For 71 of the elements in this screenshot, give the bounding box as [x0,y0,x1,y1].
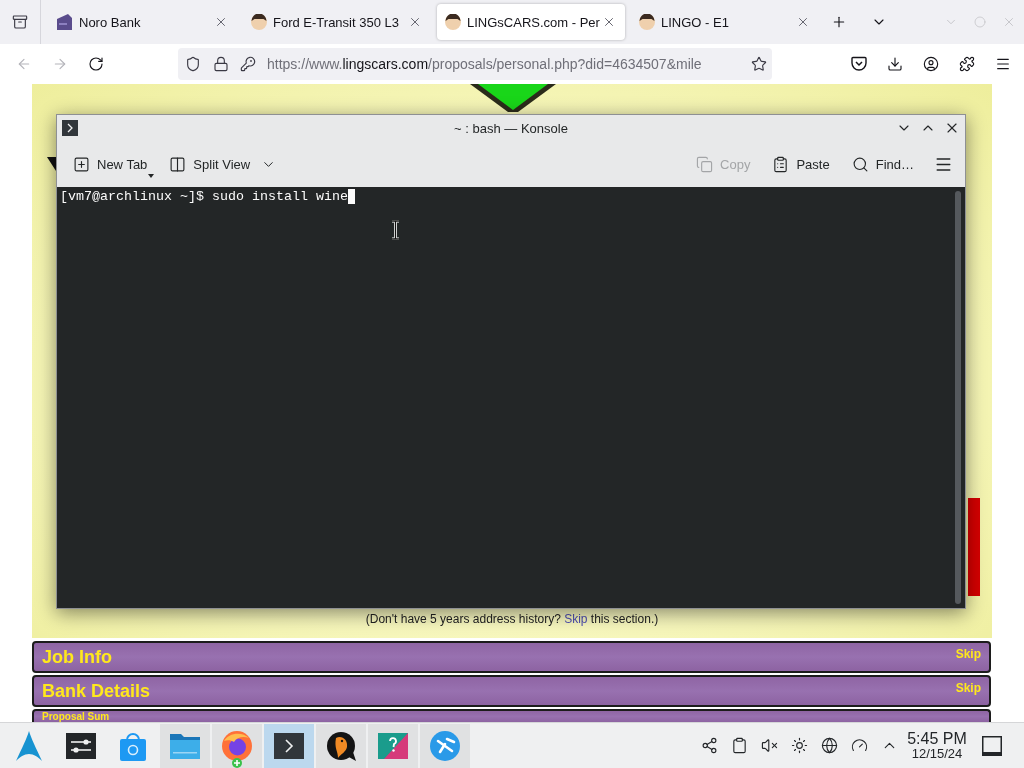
toolbar-button[interactable]: Find… [844,149,921,179]
clipboard-icon[interactable] [730,737,748,754]
globe-icon[interactable] [430,730,460,761]
paste-icon [772,155,790,173]
new-tab-icon[interactable] [831,14,847,30]
address-history-note: (Don't have 5 years address history? Skip this section.) [364,611,660,627]
key-icon[interactable] [240,56,256,72]
terminal-icon[interactable] [274,730,304,761]
terminal-area[interactable]: [vm7@archlinux ~]$ sudo install wine [57,187,965,608]
card-icon [57,14,73,30]
section-title: Proposal Sum [42,711,110,722]
pocket-icon[interactable] [851,56,867,72]
taskbar-app-button[interactable] [264,723,314,768]
gauge-icon[interactable] [850,737,868,754]
avatar-icon [445,14,461,30]
shield-icon[interactable] [185,56,201,72]
skip-link[interactable]: Skip [564,612,588,626]
terminal-line: [vm7@archlinux ~]$ sudo install wine [60,188,348,205]
cursor-block-icon [347,189,355,204]
app-launcher-icon[interactable] [14,730,44,761]
browser-tab[interactable]: LINGsCARS.com - Per [437,4,625,40]
text-cursor-icon [391,220,400,240]
bookmark-star-icon[interactable] [751,56,767,72]
dropdown-caret-icon [148,174,155,178]
show-desktop-icon[interactable] [982,735,1002,756]
avatar-icon [251,14,267,30]
download-icon[interactable] [887,56,903,72]
split-view-icon [169,155,187,173]
tab-title: LINGsCARS.com - Per [467,14,600,30]
browser-tab[interactable]: Ford E-Transit 350 L3 [243,4,431,40]
tab-title: Ford E-Transit 350 L3 [273,14,399,30]
toolbar-button[interactable]: New Tab [66,149,155,179]
search-icon [851,155,869,173]
browser-icon[interactable] [222,730,252,761]
avatar-icon [639,14,655,30]
speaker-muted-icon[interactable] [760,737,778,754]
toolbar-button[interactable]: Split View [162,149,284,179]
toolbar-button[interactable]: Paste [765,149,837,179]
sliders-icon[interactable] [66,730,96,761]
down-triangle-icon [470,84,556,112]
copy-icon [696,155,714,173]
clock-date[interactable]: 12/15/24 [911,747,963,761]
section-title: Bank Details [42,680,151,702]
triangle-icon [47,157,56,171]
puzzle-icon[interactable] [959,56,975,72]
lock-icon[interactable] [213,56,229,72]
account-icon[interactable] [923,56,939,72]
browser-tab[interactable]: Noro Bank [49,4,237,40]
section-title: Job Info [42,646,112,668]
clock-time[interactable]: 5:45 PM [907,730,967,747]
terminal-icon [62,120,78,136]
tab-title: LINGO - E1 [661,14,729,30]
network-icon[interactable] [820,737,838,754]
menu-icon[interactable] [995,56,1011,72]
tab-title: Noro Bank [79,14,141,30]
shopping-bag-icon[interactable] [118,730,148,761]
url-field[interactable]: https://www.lingscars.com/proposals/personal.php?did=4634507&mile [178,48,772,80]
tab-list-icon[interactable] [12,14,28,30]
window-title: ~ : bash — Konsole [454,120,568,136]
close-icon[interactable] [602,15,616,29]
plus-badge-icon [232,757,242,768]
browser-tab[interactable]: LINGO - E1 [631,4,819,40]
brightness-icon[interactable] [790,737,808,754]
taskbar-app-button[interactable] [316,723,366,768]
help-tile-icon[interactable] [378,730,408,761]
new-tab-icon [73,155,90,173]
bird-icon[interactable] [326,730,356,761]
share-icon[interactable] [700,737,718,754]
url-text: https://www.lingscars.com/proposals/personal.php?did=4634507&mile [267,56,702,72]
reload-icon[interactable] [88,56,104,72]
scrollbar[interactable] [955,191,961,604]
